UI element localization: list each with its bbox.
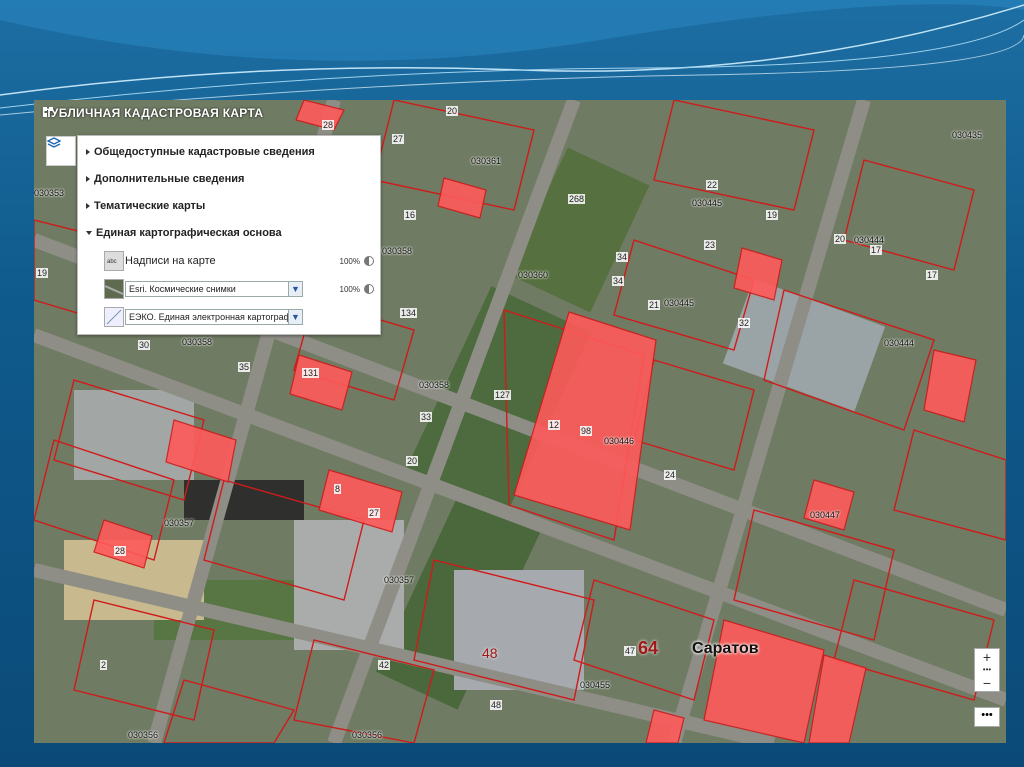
layer-row-eeko: ✓ ЕЭКО. Единая электронная картографи ▼ bbox=[104, 307, 374, 327]
quarter-label: 030455 bbox=[580, 680, 611, 690]
layer-row-imagery: ✓ Esri. Космические снимки ▼ 100% bbox=[104, 279, 374, 299]
parcel-number: 32 bbox=[738, 318, 751, 328]
layer-row-labels: ✓ abc Надписи на карте 100% bbox=[104, 251, 374, 271]
parcel-number: 22 bbox=[706, 180, 719, 190]
satellite-thumbnail-icon bbox=[104, 279, 124, 299]
layers-panel: Общедоступные кадастровые сведения Допол… bbox=[77, 135, 381, 335]
region-number: 64 bbox=[638, 638, 659, 658]
app-title-text: ПУБЛИЧНАЯ КАДАСТРОВАЯ КАРТА bbox=[42, 106, 264, 120]
district-number: 48 bbox=[482, 645, 498, 661]
chevron-down-icon bbox=[86, 231, 92, 235]
quarter-label: 030356 bbox=[352, 730, 383, 740]
quarter-label: 030444 bbox=[854, 235, 885, 245]
parcel-number: 16 bbox=[404, 210, 417, 220]
parcel-number: 19 bbox=[766, 210, 779, 220]
zoom-in-button[interactable]: + bbox=[975, 649, 999, 665]
chevron-right-icon bbox=[86, 203, 90, 209]
quarter-label: 030358 bbox=[182, 337, 213, 347]
cadastre-logo-icon bbox=[43, 107, 53, 117]
parcel-number: 21 bbox=[648, 300, 661, 310]
parcel-number: 48 bbox=[490, 700, 503, 710]
parcel-number: 34 bbox=[616, 252, 629, 262]
chevron-down-icon: ▼ bbox=[288, 282, 302, 296]
opacity-value: 100% bbox=[339, 284, 360, 294]
parcel-number: 131 bbox=[302, 368, 320, 378]
zoom-out-button[interactable]: − bbox=[975, 675, 999, 691]
parcel-number: 23 bbox=[704, 240, 717, 250]
parcel-number: 28 bbox=[322, 120, 335, 130]
section-label: Единая картографическая основа bbox=[96, 227, 282, 239]
more-tools-button[interactable]: ••• bbox=[974, 707, 1000, 727]
quarter-label: 030353 bbox=[34, 188, 65, 198]
opacity-toggle-icon[interactable] bbox=[364, 256, 374, 266]
section-additional-info[interactable]: Дополнительные сведения bbox=[86, 173, 244, 185]
parcel-number: 24 bbox=[664, 470, 677, 480]
parcel-number: 28 bbox=[114, 546, 127, 556]
section-label: Тематические карты bbox=[94, 200, 206, 212]
map-labels-thumbnail-icon: abc bbox=[104, 251, 124, 271]
opacity-toggle-icon[interactable] bbox=[364, 284, 374, 294]
quarter-label: 030360 bbox=[518, 270, 549, 280]
quarter-label: 030358 bbox=[382, 246, 413, 256]
parcel-number: 17 bbox=[926, 270, 939, 280]
parcel-number: 268 bbox=[568, 194, 586, 204]
quarter-label: 030357 bbox=[164, 518, 195, 528]
opacity-value: 100% bbox=[339, 256, 360, 266]
quarter-label: 030445 bbox=[664, 298, 695, 308]
basemap-select[interactable]: Esri. Космические снимки ▼ bbox=[125, 281, 303, 297]
parcel-number: 33 bbox=[420, 412, 433, 422]
parcel-number: 17 bbox=[870, 245, 883, 255]
section-public-cadastre[interactable]: Общедоступные кадастровые сведения bbox=[86, 146, 315, 158]
parcel-number: 34 bbox=[612, 276, 625, 286]
parcel-number: 47 bbox=[624, 646, 637, 656]
parcel-number: 35 bbox=[238, 362, 251, 372]
city-label: Саратов bbox=[692, 640, 759, 657]
section-label: Общедоступные кадастровые сведения bbox=[94, 146, 315, 158]
chevron-right-icon bbox=[86, 176, 90, 182]
quarter-label: 030444 bbox=[884, 338, 915, 348]
quarter-label: 030356 bbox=[128, 730, 159, 740]
parcel-number: 2 bbox=[100, 660, 108, 670]
quarter-label: 030357 bbox=[384, 575, 415, 585]
section-base-map[interactable]: Единая картографическая основа bbox=[86, 227, 282, 239]
quarter-label: 030447 bbox=[810, 510, 841, 520]
section-label: Дополнительные сведения bbox=[94, 173, 245, 185]
parcel-number: 20 bbox=[406, 456, 419, 466]
parcel-number: 134 bbox=[400, 308, 418, 318]
map-view[interactable]: ПУБЛИЧНАЯ КАДАСТРОВАЯ КАРТА Общедоступны… bbox=[34, 100, 1006, 743]
app-title: ПУБЛИЧНАЯ КАДАСТРОВАЯ КАРТА bbox=[42, 106, 263, 120]
svg-text:abc: abc bbox=[107, 259, 117, 265]
layer-label: Надписи на карте bbox=[125, 255, 216, 267]
chevron-right-icon bbox=[86, 149, 90, 155]
select-value: Esri. Космические снимки bbox=[129, 284, 236, 294]
quarter-label: 030358 bbox=[419, 380, 450, 390]
parcel-number: 12 bbox=[548, 420, 561, 430]
parcel-number: 8 bbox=[334, 484, 342, 494]
zoom-control: + ••• − bbox=[974, 648, 1000, 692]
basemap-select[interactable]: ЕЭКО. Единая электронная картографи ▼ bbox=[125, 309, 303, 325]
layers-icon bbox=[47, 137, 61, 148]
quarter-label: 030361 bbox=[471, 156, 502, 166]
parcel-number: 20 bbox=[834, 234, 847, 244]
quarter-label: 030435 bbox=[952, 130, 983, 140]
parcel-number: 20 bbox=[446, 106, 459, 116]
zoom-slider-handle[interactable]: ••• bbox=[975, 665, 999, 675]
map-thumbnail-icon bbox=[104, 307, 124, 327]
parcel-number: 30 bbox=[138, 340, 151, 350]
select-value: ЕЭКО. Единая электронная картографи bbox=[129, 312, 297, 322]
parcel-number: 127 bbox=[494, 390, 512, 400]
section-thematic-maps[interactable]: Тематические карты bbox=[86, 200, 205, 212]
parcel-number: 98 bbox=[580, 426, 593, 436]
quarter-label: 030445 bbox=[692, 198, 723, 208]
chevron-down-icon: ▼ bbox=[288, 310, 302, 324]
quarter-label: 030446 bbox=[604, 436, 635, 446]
parcel-number: 19 bbox=[36, 268, 49, 278]
parcel-number: 42 bbox=[378, 660, 391, 670]
parcel-number: 27 bbox=[368, 508, 381, 518]
parcel-number: 27 bbox=[392, 134, 405, 144]
layers-button[interactable] bbox=[46, 136, 76, 166]
